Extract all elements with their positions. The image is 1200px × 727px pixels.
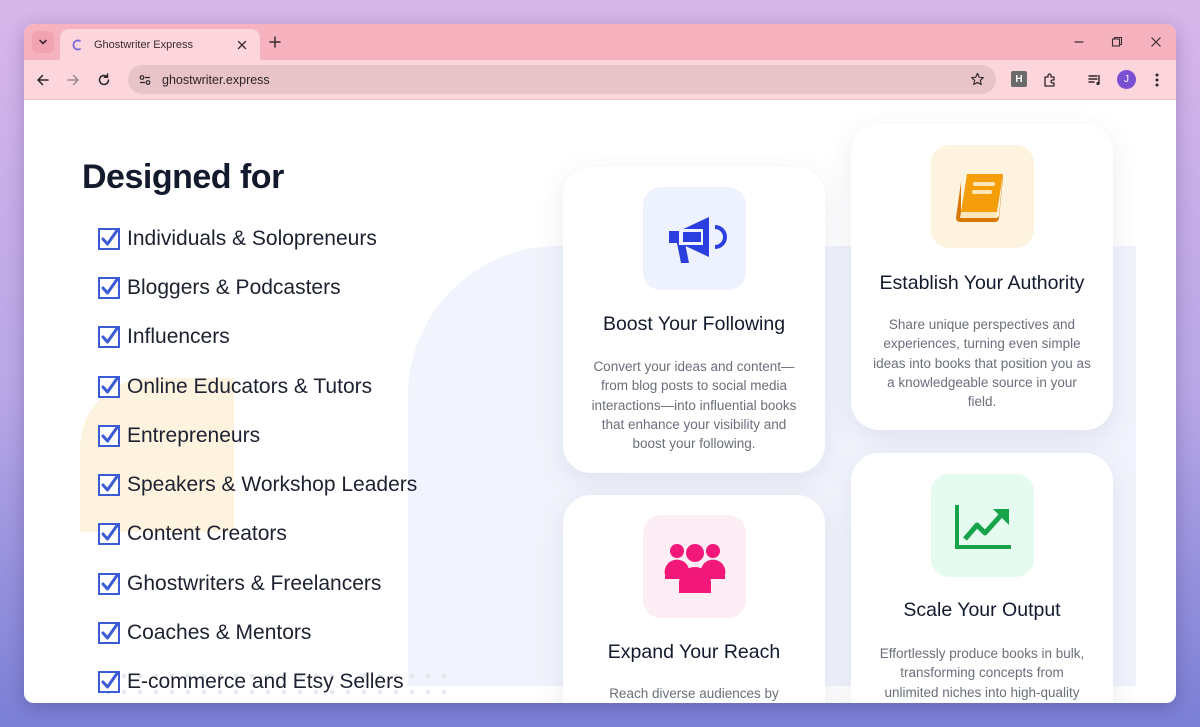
minimize-icon: [1074, 41, 1084, 43]
checkbox-icon: [98, 523, 120, 546]
restore-button[interactable]: [1108, 33, 1126, 51]
chevron-down-icon: [39, 39, 47, 45]
site-favicon-icon: [70, 37, 86, 53]
feature-card-expand-reach: Expand Your Reach Reach diverse audience…: [563, 495, 825, 703]
list-item: Speakers & Workshop Leaders: [98, 460, 417, 509]
more-vertical-icon: [1155, 73, 1159, 87]
card-title: Establish Your Authority: [879, 272, 1085, 294]
forward-button[interactable]: [64, 71, 82, 89]
back-button[interactable]: [34, 71, 52, 89]
close-icon: [1151, 37, 1161, 47]
checkbox-icon: [98, 375, 120, 398]
list-item: Ghostwriters & Freelancers: [98, 559, 417, 608]
address-bar[interactable]: ghostwriter.express: [128, 65, 996, 94]
page-content: Designed for Individuals & Solopreneurs …: [24, 100, 1176, 703]
tab-strip: Ghostwriter Express: [24, 24, 1176, 60]
list-item: Entrepreneurs: [98, 411, 417, 460]
close-window-button[interactable]: [1147, 33, 1165, 51]
menu-button[interactable]: [1148, 71, 1166, 89]
section-heading: Designed for: [82, 158, 284, 196]
card-description: Convert your ideas and content—from blog…: [591, 359, 797, 452]
extension-h-button[interactable]: H: [1011, 71, 1027, 87]
list-item: Bloggers & Podcasters: [98, 263, 417, 312]
checkbox-icon: [98, 671, 120, 694]
list-item: Content Creators: [98, 510, 417, 559]
browser-toolbar: ghostwriter.express H J: [24, 60, 1176, 100]
puzzle-icon: [1044, 73, 1055, 87]
card-description: Reach diverse audiences by creating book…: [609, 686, 779, 701]
tab-search-button[interactable]: [32, 31, 54, 53]
checkbox-icon: [98, 474, 120, 497]
people-icon: [643, 515, 746, 618]
browser-window: Ghostwriter Express ghostwriter.express …: [24, 24, 1176, 703]
audience-list: Individuals & Solopreneurs Bloggers & Po…: [98, 214, 417, 703]
arrow-right-icon: [67, 74, 79, 86]
bookmark-star-icon[interactable]: [968, 71, 986, 89]
tab-ghostwriter[interactable]: Ghostwriter Express: [60, 29, 260, 60]
list-item: E-commerce and Etsy Sellers: [98, 658, 417, 703]
chart-up-icon: [931, 474, 1034, 577]
media-controls-button[interactable]: [1086, 71, 1104, 89]
feature-card-boost-following: Boost Your Following Convert your ideas …: [563, 167, 825, 473]
minimize-button[interactable]: [1070, 33, 1088, 51]
site-info-icon[interactable]: [136, 71, 154, 89]
megaphone-icon: [643, 187, 746, 290]
feature-card-scale-output: Scale Your Output Effortlessly produce b…: [851, 453, 1113, 703]
list-item: Online Educators & Tutors: [98, 362, 417, 411]
reload-button[interactable]: [95, 71, 113, 89]
card-title: Expand Your Reach: [607, 641, 781, 663]
card-title: Boost Your Following: [602, 313, 786, 335]
profile-avatar[interactable]: J: [1117, 70, 1136, 89]
tab-title: Ghostwriter Express: [94, 38, 194, 51]
book-icon: [931, 145, 1034, 248]
extensions-button[interactable]: [1041, 71, 1059, 89]
plus-icon: [269, 36, 281, 48]
list-item: Influencers: [98, 313, 417, 362]
arrow-left-icon: [37, 74, 49, 86]
list-item: Individuals & Solopreneurs: [98, 214, 417, 263]
new-tab-button[interactable]: [266, 33, 284, 51]
queue-music-icon: [1088, 75, 1100, 86]
card-title: Scale Your Output: [903, 599, 1061, 621]
checkbox-icon: [98, 227, 120, 250]
checkbox-icon: [98, 326, 120, 349]
card-description: Share unique perspectives and experience…: [873, 317, 1091, 410]
checkbox-icon: [98, 622, 120, 645]
restore-icon: [1111, 36, 1123, 47]
checkbox-icon: [98, 276, 120, 299]
card-description: Effortlessly produce books in bulk, tran…: [879, 646, 1085, 700]
feature-card-establish-authority: Establish Your Authority Share unique pe…: [851, 124, 1113, 430]
reload-icon: [98, 73, 110, 86]
url-text[interactable]: ghostwriter.express: [162, 73, 968, 87]
list-item: Coaches & Mentors: [98, 608, 417, 657]
close-tab-icon[interactable]: [234, 37, 250, 53]
checkbox-icon: [98, 424, 120, 447]
checkbox-icon: [98, 572, 120, 595]
